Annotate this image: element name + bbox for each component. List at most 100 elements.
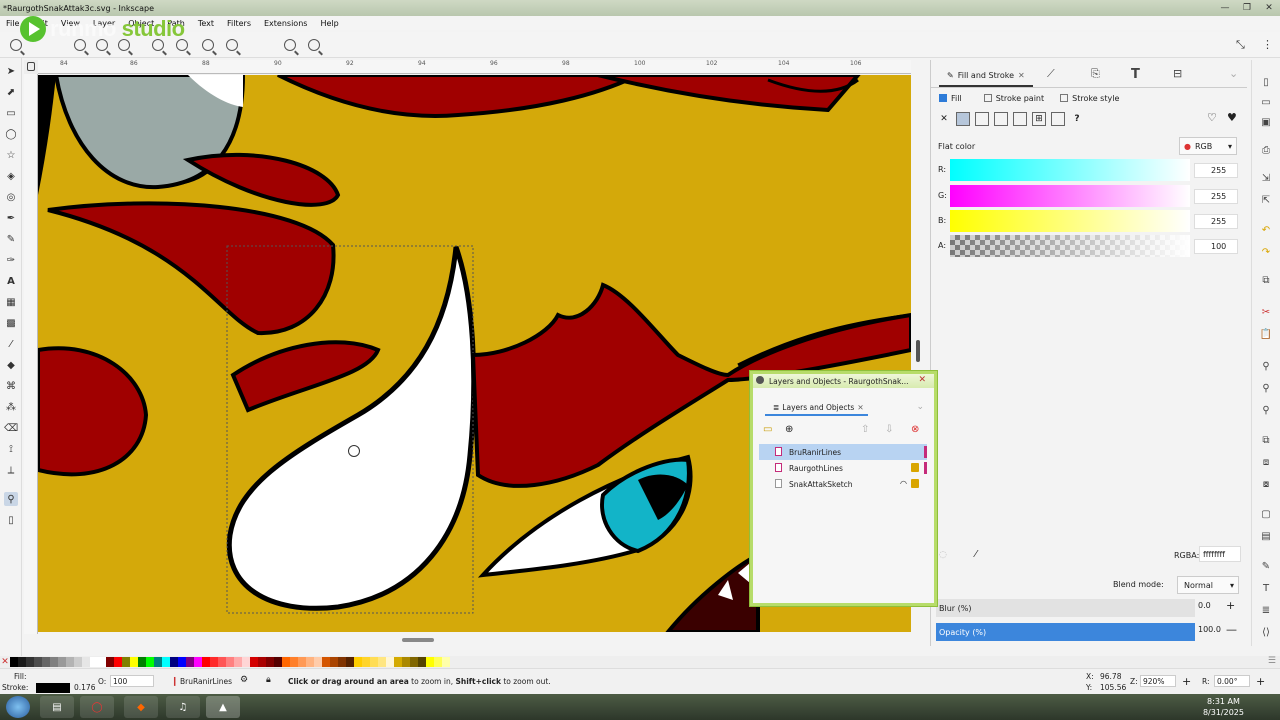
spray-tool-icon[interactable]: ⁂ bbox=[4, 400, 18, 414]
pen-tool-icon[interactable]: ✒ bbox=[4, 211, 18, 225]
palette-swatch[interactable] bbox=[298, 657, 306, 667]
current-layer[interactable]: BruRanirLines bbox=[180, 677, 232, 686]
zoom-input[interactable]: 920% bbox=[1140, 675, 1176, 687]
export-icon[interactable]: ⇱ bbox=[1260, 194, 1272, 206]
text-font-tab-icon[interactable]: T bbox=[1131, 67, 1140, 82]
zoom-stepper-icon[interactable]: + bbox=[1182, 675, 1191, 688]
palette-swatch[interactable] bbox=[266, 657, 274, 667]
calligraphy-tool-icon[interactable]: ✑ bbox=[4, 253, 18, 267]
mesh-gradient-icon[interactable] bbox=[1013, 112, 1027, 126]
itunes-icon[interactable]: ♫ bbox=[166, 696, 200, 718]
save-icon[interactable]: ▣ bbox=[1260, 116, 1272, 128]
vertical-ruler[interactable] bbox=[24, 74, 38, 634]
rgba-input[interactable]: ffffffff bbox=[1199, 546, 1241, 562]
color-history-icon[interactable]: ◌ bbox=[939, 550, 947, 560]
palette-swatch[interactable] bbox=[138, 657, 146, 667]
palette-swatch[interactable] bbox=[162, 657, 170, 667]
undo-icon[interactable]: ↶ bbox=[1260, 224, 1272, 236]
layers-window-close-icon[interactable]: ✕ bbox=[918, 375, 926, 385]
palette-swatch[interactable] bbox=[354, 657, 362, 667]
palette-swatch[interactable] bbox=[258, 657, 266, 667]
palette-swatch[interactable] bbox=[330, 657, 338, 667]
zoom-prev-icon[interactable] bbox=[284, 39, 296, 51]
palette-swatch[interactable] bbox=[202, 657, 210, 667]
palette-swatch[interactable] bbox=[106, 657, 114, 667]
menu-layer[interactable]: Layer bbox=[87, 19, 122, 28]
vertical-scroll-thumb[interactable] bbox=[916, 340, 920, 362]
subtab-stroke-style[interactable]: Stroke style bbox=[1056, 94, 1127, 103]
palette-swatch[interactable] bbox=[226, 657, 234, 667]
tweak-tool-icon[interactable]: ⌘ bbox=[4, 379, 18, 393]
palette-swatch[interactable] bbox=[338, 657, 346, 667]
pattern-icon[interactable]: ⊞ bbox=[1032, 112, 1046, 126]
palette-swatch[interactable] bbox=[418, 657, 426, 667]
export-tab-icon[interactable]: ⎘ bbox=[1091, 67, 1100, 81]
zoom-in-icon[interactable] bbox=[10, 39, 22, 51]
menu-file[interactable]: File bbox=[0, 19, 26, 28]
layer-color-tag[interactable] bbox=[924, 446, 927, 458]
slider-value-input[interactable]: 255 bbox=[1194, 214, 1238, 229]
node-tool-icon[interactable]: ⬈ bbox=[4, 85, 18, 99]
maximize-button[interactable]: ❐ bbox=[1236, 0, 1258, 16]
file-explorer-icon[interactable]: ▤ bbox=[40, 696, 74, 718]
subtab-fill[interactable]: Fill bbox=[935, 94, 970, 103]
blend-mode-select[interactable]: Normal ▾ bbox=[1177, 576, 1239, 594]
clone-icon[interactable]: ⧈ bbox=[1260, 456, 1272, 468]
text-icon[interactable]: T bbox=[1260, 582, 1272, 594]
palette-swatch[interactable] bbox=[34, 657, 42, 667]
palette-swatch[interactable] bbox=[250, 657, 258, 667]
palette-swatch[interactable] bbox=[154, 657, 162, 667]
slider-value-input[interactable]: 255 bbox=[1194, 163, 1238, 178]
palette-swatch[interactable] bbox=[242, 657, 250, 667]
close-button[interactable]: ✕ bbox=[1258, 0, 1280, 16]
blur-value[interactable]: 0.0 bbox=[1198, 601, 1211, 610]
snap-icon[interactable]: ⤡ bbox=[1236, 38, 1245, 52]
slider-blue[interactable]: B: 255 bbox=[938, 210, 1243, 232]
new-document-icon[interactable]: ▯ bbox=[1260, 76, 1272, 88]
ungroup-icon[interactable]: ▤ bbox=[1260, 530, 1272, 542]
palette-swatch[interactable] bbox=[90, 657, 98, 667]
palette-swatch[interactable] bbox=[170, 657, 178, 667]
rotate-input[interactable]: 0.00° bbox=[1214, 675, 1250, 687]
add-layer-icon[interactable]: ▭ bbox=[763, 424, 772, 435]
redo-icon[interactable]: ↷ bbox=[1260, 246, 1272, 258]
dock-menu-icon[interactable]: ⌄ bbox=[1229, 67, 1238, 80]
zoom-tool-icon[interactable]: ⚲ bbox=[4, 492, 18, 506]
zoom-drawing-icon[interactable] bbox=[96, 39, 108, 51]
list-item[interactable]: BruRanirLines bbox=[759, 444, 927, 460]
print-icon[interactable]: ⎙ bbox=[1260, 144, 1272, 156]
palette-swatch[interactable] bbox=[186, 657, 194, 667]
horizontal-ruler[interactable]: 84 86 88 90 92 94 96 98 100 102 104 106 bbox=[38, 60, 911, 74]
palette-swatch[interactable] bbox=[26, 657, 34, 667]
palette-swatch[interactable] bbox=[74, 657, 82, 667]
opacity-slider[interactable]: Opacity (%) bbox=[936, 623, 1195, 641]
copy-icon[interactable]: ⧉ bbox=[1260, 274, 1272, 286]
close-tab-icon[interactable]: ✕ bbox=[1018, 71, 1025, 80]
palette-swatch[interactable] bbox=[50, 657, 58, 667]
plus-minus-icon[interactable]: + bbox=[1226, 599, 1235, 612]
visibility-icon[interactable]: ⚙ bbox=[240, 675, 248, 685]
palette-swatch[interactable] bbox=[322, 657, 330, 667]
opacity-input[interactable]: 100 bbox=[110, 675, 154, 687]
palette-swatch[interactable] bbox=[434, 657, 442, 667]
selector-tool-icon[interactable]: ➤ bbox=[4, 64, 18, 78]
hidden-eye-icon[interactable]: ◠ bbox=[900, 479, 907, 488]
slider-value-input[interactable]: 100 bbox=[1194, 239, 1238, 254]
eraser-tool-icon[interactable]: ⌫ bbox=[4, 421, 18, 435]
palette-swatch[interactable] bbox=[426, 657, 434, 667]
zoom-1-1-icon[interactable] bbox=[202, 39, 214, 51]
pencil-tool-icon[interactable]: ✎ bbox=[4, 232, 18, 246]
palette-swatch[interactable] bbox=[394, 657, 402, 667]
palette-swatch[interactable] bbox=[58, 657, 66, 667]
layers-icon[interactable]: ≣ bbox=[1260, 604, 1272, 616]
lower-layer-icon[interactable]: ⇩ bbox=[885, 424, 893, 435]
fill-stroke-icon[interactable]: ✎ bbox=[1260, 560, 1272, 572]
plus-minus-icon[interactable]: — bbox=[1226, 623, 1237, 636]
palette-swatch[interactable] bbox=[378, 657, 386, 667]
align-tab-icon[interactable]: ⊟ bbox=[1173, 67, 1182, 80]
zoom-out-icon[interactable] bbox=[226, 39, 238, 51]
stroke-width[interactable]: 0.176 bbox=[74, 683, 95, 692]
3d-box-tool-icon[interactable]: ◈ bbox=[4, 169, 18, 183]
layer-color-tag[interactable] bbox=[924, 462, 927, 474]
slider-track[interactable] bbox=[950, 185, 1190, 207]
